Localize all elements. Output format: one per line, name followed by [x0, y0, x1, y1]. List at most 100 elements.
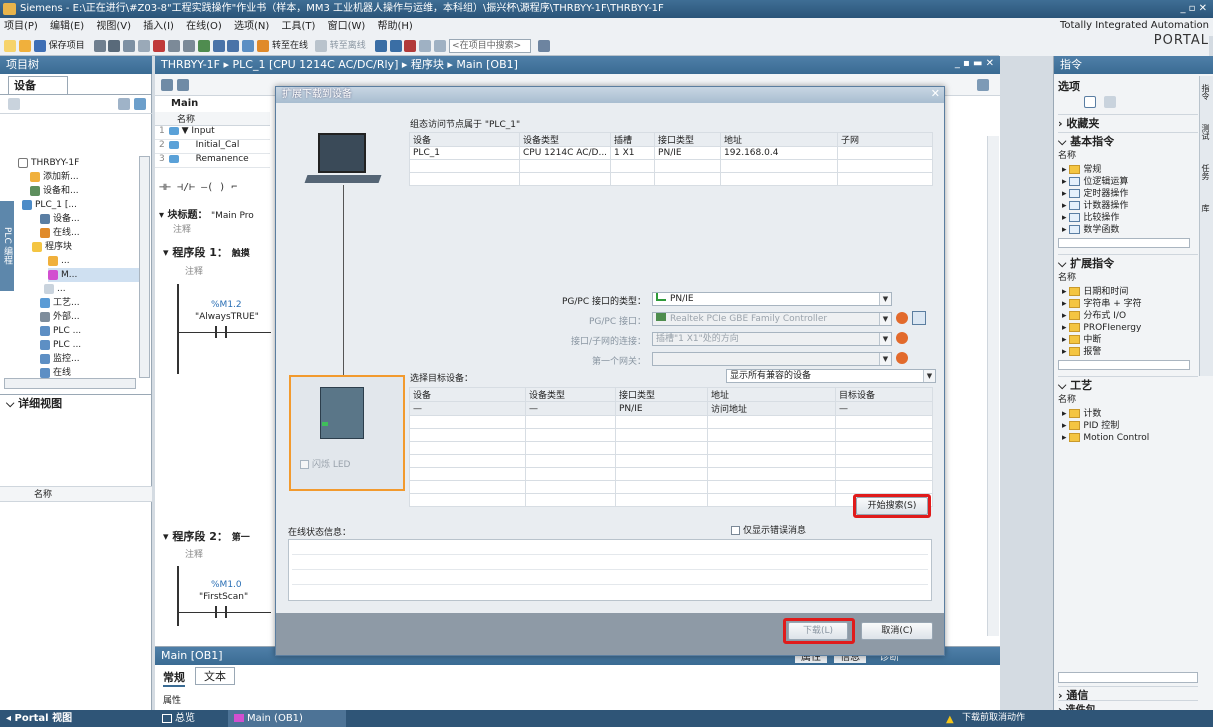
delete-network-icon[interactable] — [177, 79, 189, 91]
tree-item-add-block[interactable]: ... — [48, 254, 70, 268]
redo-icon[interactable] — [182, 39, 195, 52]
menu-help[interactable]: 帮助(H) — [378, 21, 413, 32]
paste-icon[interactable] — [138, 39, 151, 52]
menu-project[interactable]: 项目(P) — [4, 21, 38, 32]
favorites-section[interactable]: › 收藏夹 — [1058, 114, 1198, 131]
ext-datetime[interactable]: ▸ 日期和时间 — [1062, 286, 1128, 298]
tree-item-add-device[interactable]: 添加新... — [30, 170, 79, 184]
detail-view-header[interactable]: ⌵ 详细视图 — [0, 394, 152, 412]
simulation-icon[interactable] — [242, 39, 255, 52]
menu-options[interactable]: 选项(N) — [234, 21, 269, 32]
print-icon[interactable] — [93, 39, 106, 52]
task-tab-testing[interactable]: 测试 — [1200, 124, 1211, 140]
portal-view-button[interactable]: ◂ Portal 视图 — [6, 710, 72, 727]
block-comment[interactable]: 注释 — [173, 222, 191, 235]
instr-timers[interactable]: ▸ 定时器操作 — [1062, 188, 1128, 200]
network-1-title[interactable]: ▾ 程序段 1： 触摸 — [163, 244, 250, 260]
tree-v-scrollbar[interactable] — [139, 156, 150, 378]
tree-layout-icon[interactable] — [118, 98, 130, 110]
go-online-icon[interactable] — [257, 39, 270, 52]
tree-item-online-diag[interactable]: 在线... — [40, 226, 80, 240]
task-tab-tasks[interactable]: 任务 — [1200, 164, 1211, 180]
instr-counters[interactable]: ▸ 计数器操作 — [1062, 200, 1128, 212]
target-filter-select[interactable]: 显示所有兼容的设备 ▼ — [726, 369, 936, 383]
tech-pid[interactable]: ▸ PID 控制 — [1062, 420, 1119, 432]
ext-interrupts[interactable]: ▸ 中断 — [1062, 334, 1101, 346]
flash-led-checkbox[interactable]: 闪烁 LED — [300, 457, 351, 470]
go-offline-button[interactable]: 转至离线 — [330, 41, 366, 51]
pgpc-type-select[interactable]: PN/IE ▼ — [652, 292, 892, 306]
instr-general[interactable]: ▸ 常规 — [1062, 164, 1101, 176]
subnet-properties-icon[interactable] — [896, 332, 908, 344]
basic-instructions-section[interactable]: ⌵ 基本指令 — [1058, 132, 1198, 149]
accessible-devices-icon[interactable] — [374, 39, 387, 52]
compile-icon[interactable] — [197, 39, 210, 52]
instr-compare[interactable]: ▸ 比较操作 — [1062, 212, 1119, 224]
tech-counting[interactable]: ▸ 计数 — [1062, 408, 1101, 420]
insert-network-icon[interactable] — [161, 79, 173, 91]
plc-programming-side-tab[interactable]: PLC 编程 — [0, 201, 14, 291]
iface-row[interactable]: 2 Initial_Cal — [155, 140, 270, 154]
menu-online[interactable]: 在线(O) — [186, 21, 222, 32]
editor-window-controls[interactable]: _ ▪ ▬ ✕ — [955, 58, 994, 69]
extended-h-scrollbar[interactable] — [1058, 360, 1190, 370]
text-tab[interactable]: 文本 — [195, 667, 235, 685]
cancel-button[interactable]: 取消(C) — [861, 622, 933, 640]
save-icon[interactable] — [33, 39, 46, 52]
cross-reference-icon[interactable] — [389, 39, 402, 52]
cut-icon[interactable] — [108, 39, 121, 52]
refresh-interface-icon[interactable] — [912, 311, 926, 325]
network-2-comment[interactable]: 注释 — [185, 547, 203, 560]
instr-math[interactable]: ▸ 数学函数 — [1062, 224, 1119, 236]
go-online-button[interactable]: 转至在线 — [272, 41, 308, 51]
tree-item-plc[interactable]: PLC_1 [... — [22, 198, 77, 212]
table-row[interactable]: PLC_1 CPU 1214C AC/D... 1 X1 PN/IE 192.1… — [409, 146, 933, 160]
dialog-close-icon[interactable]: ✕ — [931, 87, 940, 100]
editor-v-scrollbar[interactable] — [987, 136, 999, 636]
errors-only-checkbox[interactable]: 仅显示错误消息 — [731, 523, 806, 536]
technology-section[interactable]: ⌵ 工艺 — [1058, 376, 1198, 393]
tree-item-external-sources[interactable]: 外部... — [40, 310, 80, 324]
tree-item-devices-networks[interactable]: 设备和... — [30, 184, 79, 198]
delete-icon[interactable] — [153, 39, 166, 52]
tree-item-watch-tables[interactable]: 监控... — [40, 352, 80, 366]
device-view-icon[interactable] — [8, 98, 20, 110]
subnet-connection-select[interactable]: 插槽"1 X1"处的方向 ▼ — [652, 332, 892, 346]
close-editor-icon[interactable] — [404, 39, 417, 52]
iface-row[interactable]: 3 Remanence — [155, 154, 270, 168]
tree-item-technology[interactable]: 工艺... — [40, 296, 80, 310]
toolbar-option-icon[interactable] — [977, 79, 989, 91]
iface-row[interactable]: 1 ▼ Input — [155, 126, 270, 140]
new-project-icon[interactable] — [4, 39, 16, 52]
pgpc-iface-select[interactable]: Realtek PCIe GBE Family Controller ▼ — [652, 312, 892, 326]
devices-tab[interactable]: 设备 — [8, 76, 68, 94]
options-icon-2[interactable] — [1104, 96, 1116, 108]
project-search-input[interactable]: <在项目中搜索> — [449, 38, 532, 53]
tree-item-program-blocks[interactable]: 程序块 — [32, 240, 72, 254]
open-project-icon[interactable] — [18, 39, 31, 52]
instr-bit-logic[interactable]: ▸ 位逻辑运算 — [1062, 176, 1128, 188]
split-vertical-icon[interactable] — [434, 39, 447, 52]
extended-instructions-section[interactable]: ⌵ 扩展指令 — [1058, 254, 1198, 271]
menu-tools[interactable]: 工具(T) — [282, 21, 316, 32]
copy-icon[interactable] — [123, 39, 136, 52]
network-1-comment[interactable]: 注释 — [185, 264, 203, 277]
table-row[interactable]: — — PN/IE 访问地址 — — [409, 401, 933, 416]
tree-item-system-blocks[interactable]: ... — [44, 282, 66, 296]
tech-motion[interactable]: ▸ Motion Control — [1062, 432, 1149, 444]
tree-item-device-config[interactable]: 设备... — [40, 212, 80, 226]
menu-view[interactable]: 视图(V) — [96, 21, 131, 32]
menu-edit[interactable]: 编辑(E) — [50, 21, 84, 32]
tree-item-plc-datatypes[interactable]: PLC ... — [40, 338, 81, 352]
save-project-button[interactable]: 保存项目 — [49, 41, 85, 51]
options-icon-1[interactable] — [1084, 96, 1096, 108]
network-2-title[interactable]: ▾ 程序段 2： 第一 — [163, 528, 250, 544]
ext-alarms[interactable]: ▸ 报警 — [1062, 346, 1101, 358]
basic-h-scrollbar[interactable] — [1058, 238, 1190, 248]
ext-distributed-io[interactable]: ▸ 分布式 I/O — [1062, 310, 1126, 322]
window-controls[interactable]: _ ▫ ✕ — [1180, 0, 1207, 18]
tree-item-plc-tags[interactable]: PLC ... — [40, 324, 81, 338]
undo-icon[interactable] — [167, 39, 180, 52]
task-tab-libraries[interactable]: 库 — [1200, 204, 1211, 212]
gateway-properties-icon[interactable] — [896, 352, 908, 364]
